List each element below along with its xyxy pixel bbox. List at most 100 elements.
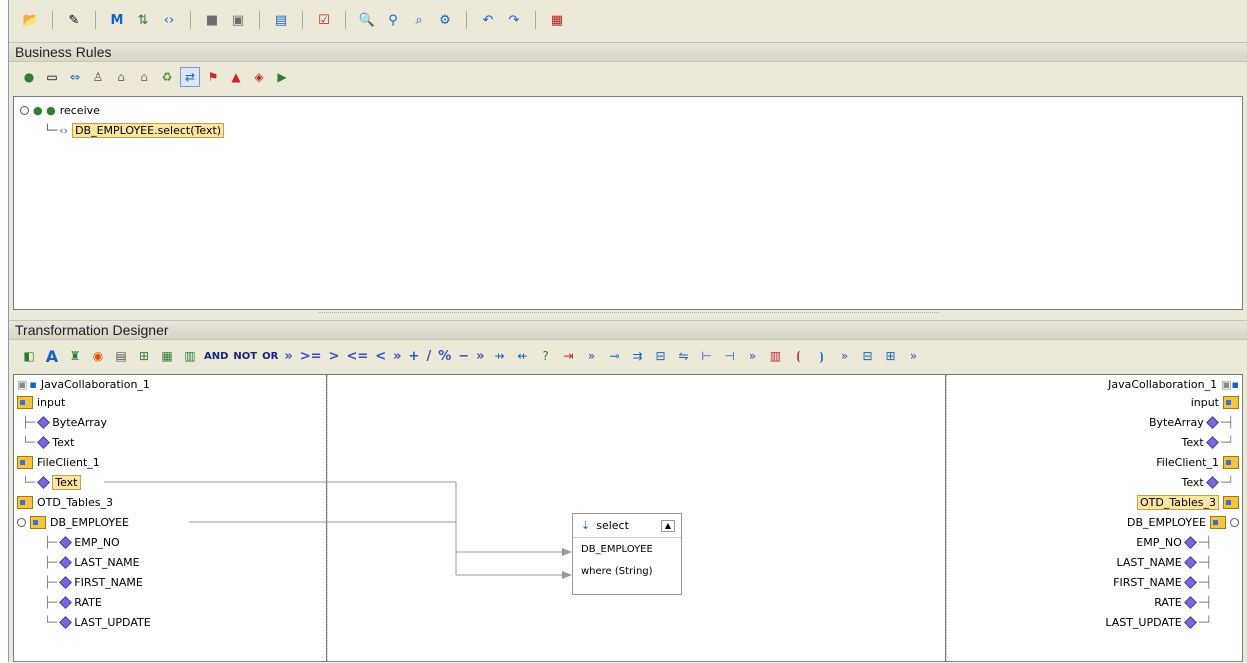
- increment-icon[interactable]: ⊞: [881, 346, 901, 366]
- method-param[interactable]: DB_EMPLOYEE: [573, 538, 681, 560]
- op-not[interactable]: NOT: [232, 351, 258, 362]
- substring-icon[interactable]: ⊸: [605, 346, 625, 366]
- panel-icon[interactable]: ▤: [271, 10, 291, 30]
- collapse-icon[interactable]: ▣: [17, 378, 27, 391]
- class-icon[interactable]: ♜: [65, 346, 85, 366]
- collapse-icon[interactable]: ■: [202, 10, 222, 30]
- tree-node[interactable]: EMP_NO ─┤: [1132, 533, 1212, 551]
- switch-icon[interactable]: ⇄: [180, 67, 200, 87]
- case-icon[interactable]: ⊣: [720, 346, 740, 366]
- tree-node-receive[interactable]: ● ● receive: [20, 101, 100, 119]
- redo-icon[interactable]: ↷: [504, 10, 524, 30]
- op-divide[interactable]: /: [424, 349, 433, 364]
- tree-node[interactable]: DB_EMPLOYEE: [1123, 513, 1239, 531]
- zoom-in-icon[interactable]: 🔍: [357, 10, 377, 30]
- more-icon[interactable]: »: [835, 346, 855, 366]
- case-icon[interactable]: ⚑: [203, 67, 223, 87]
- disconnect-icon[interactable]: ⇷: [513, 346, 533, 366]
- tree-node[interactable]: ├─ ByteArray: [22, 413, 107, 431]
- table-icon[interactable]: ▦: [157, 346, 177, 366]
- tree-node[interactable]: └─ Text: [22, 433, 75, 451]
- text-icon[interactable]: A: [42, 346, 62, 366]
- find-icon[interactable]: ⌕: [409, 10, 429, 30]
- assign-icon[interactable]: ⇥: [559, 346, 579, 366]
- method-param[interactable]: where (String): [573, 560, 681, 582]
- form-icon[interactable]: ▥: [180, 346, 200, 366]
- more-ops[interactable]: »: [282, 349, 294, 364]
- jar-icon[interactable]: ▦: [547, 10, 567, 30]
- throw-icon[interactable]: ▲: [226, 67, 246, 87]
- tree-node[interactable]: input: [1187, 393, 1239, 411]
- op-lt[interactable]: <: [373, 349, 388, 364]
- tree-expander-icon[interactable]: [20, 105, 29, 115]
- tree-node[interactable]: RATE ─┤: [1150, 593, 1212, 611]
- op-ge[interactable]: >=: [298, 349, 324, 364]
- tree-node[interactable]: ├─ EMP_NO: [44, 533, 120, 551]
- catch-icon[interactable]: ◈: [249, 67, 269, 87]
- more-icon[interactable]: »: [743, 346, 763, 366]
- zoom-out-icon[interactable]: ⚲: [383, 10, 403, 30]
- tree-node[interactable]: LAST_UPDATE ─┘: [1101, 613, 1212, 631]
- splitter[interactable]: [319, 312, 939, 313]
- index-icon[interactable]: ⇋: [674, 346, 694, 366]
- tree-node[interactable]: Text ─┘: [1178, 433, 1235, 451]
- rule-icon[interactable]: ●: [19, 67, 39, 87]
- source-tree-root[interactable]: ▣ ▪ JavaCollaboration_1: [17, 375, 150, 393]
- tree-node[interactable]: OTD_Tables_3: [17, 493, 113, 511]
- open-icon[interactable]: 📂: [21, 10, 41, 30]
- collaboration-icon[interactable]: ⇅: [133, 10, 153, 30]
- tree-node[interactable]: └─ LAST_UPDATE: [44, 613, 151, 631]
- collapse-icon[interactable]: ▣: [1221, 378, 1231, 391]
- tree-node[interactable]: FileClient_1: [17, 453, 100, 471]
- op-and[interactable]: AND: [203, 351, 229, 362]
- bracket-icon[interactable]: ⦗: [789, 346, 809, 366]
- op-plus[interactable]: +: [407, 349, 422, 364]
- mapper-icon[interactable]: M: [107, 10, 127, 30]
- tree-node[interactable]: FIRST_NAME ─┤: [1109, 573, 1212, 591]
- tree-node[interactable]: input: [17, 393, 65, 411]
- while-icon[interactable]: ⌂: [134, 67, 154, 87]
- list-icon[interactable]: ▤: [111, 346, 131, 366]
- op-minus[interactable]: −: [456, 349, 471, 364]
- method-palette-icon[interactable]: ◧: [19, 346, 39, 366]
- tree-expander-icon[interactable]: [17, 517, 26, 527]
- settings-icon[interactable]: ⚙: [435, 10, 455, 30]
- box-icon[interactable]: ▭: [42, 67, 62, 87]
- decrement-icon[interactable]: ⊟: [858, 346, 878, 366]
- tree-node[interactable]: ├─ RATE: [44, 593, 102, 611]
- edit-icon[interactable]: ✎: [64, 10, 84, 30]
- op-or[interactable]: OR: [261, 351, 279, 362]
- loop-icon[interactable]: ♻: [157, 67, 177, 87]
- length-icon[interactable]: ⊟: [651, 346, 671, 366]
- more-ops[interactable]: »: [391, 349, 403, 364]
- help-icon[interactable]: ?: [536, 346, 556, 366]
- tree-expander-icon[interactable]: [1230, 517, 1239, 527]
- more-ops[interactable]: »: [474, 349, 486, 364]
- concat-icon[interactable]: ⇉: [628, 346, 648, 366]
- tree-node[interactable]: ByteArray ─┤: [1145, 413, 1234, 431]
- for-icon[interactable]: ⌂: [111, 67, 131, 87]
- tree-node[interactable]: LAST_NAME ─┤: [1112, 553, 1212, 571]
- undo-icon[interactable]: ↶: [478, 10, 498, 30]
- more-icon[interactable]: »: [904, 346, 924, 366]
- tree-node[interactable]: ├─ FIRST_NAME: [44, 573, 143, 591]
- array-icon[interactable]: ▥: [766, 346, 786, 366]
- method-box-select[interactable]: ⇣ select ▲ DB_EMPLOYEE where (String): [572, 513, 682, 595]
- op-gt[interactable]: >: [327, 349, 342, 364]
- more-icon[interactable]: »: [582, 346, 602, 366]
- return-icon[interactable]: ▶: [272, 67, 292, 87]
- expand-icon[interactable]: ▣: [228, 10, 248, 30]
- trim-icon[interactable]: ⊢: [697, 346, 717, 366]
- tree-node[interactable]: DB_EMPLOYEE: [17, 513, 129, 531]
- tree-node[interactable]: ├─ LAST_NAME: [44, 553, 140, 571]
- tree-node[interactable]: Text ─┘: [1178, 473, 1235, 491]
- target-tree-root[interactable]: JavaCollaboration_1 ▣ ▪: [1104, 375, 1239, 393]
- tree-node[interactable]: FileClient_1: [1152, 453, 1239, 471]
- tree-icon[interactable]: ⊞: [134, 346, 154, 366]
- tree-node-select[interactable]: └─ ‹› DB_EMPLOYEE.select(Text): [44, 121, 225, 139]
- bracket-icon[interactable]: ⦘: [812, 346, 832, 366]
- op-mod[interactable]: %: [436, 349, 453, 364]
- op-le[interactable]: <=: [344, 349, 370, 364]
- object-icon[interactable]: ◉: [88, 346, 108, 366]
- tree-node-selected[interactable]: └─ Text: [22, 473, 81, 491]
